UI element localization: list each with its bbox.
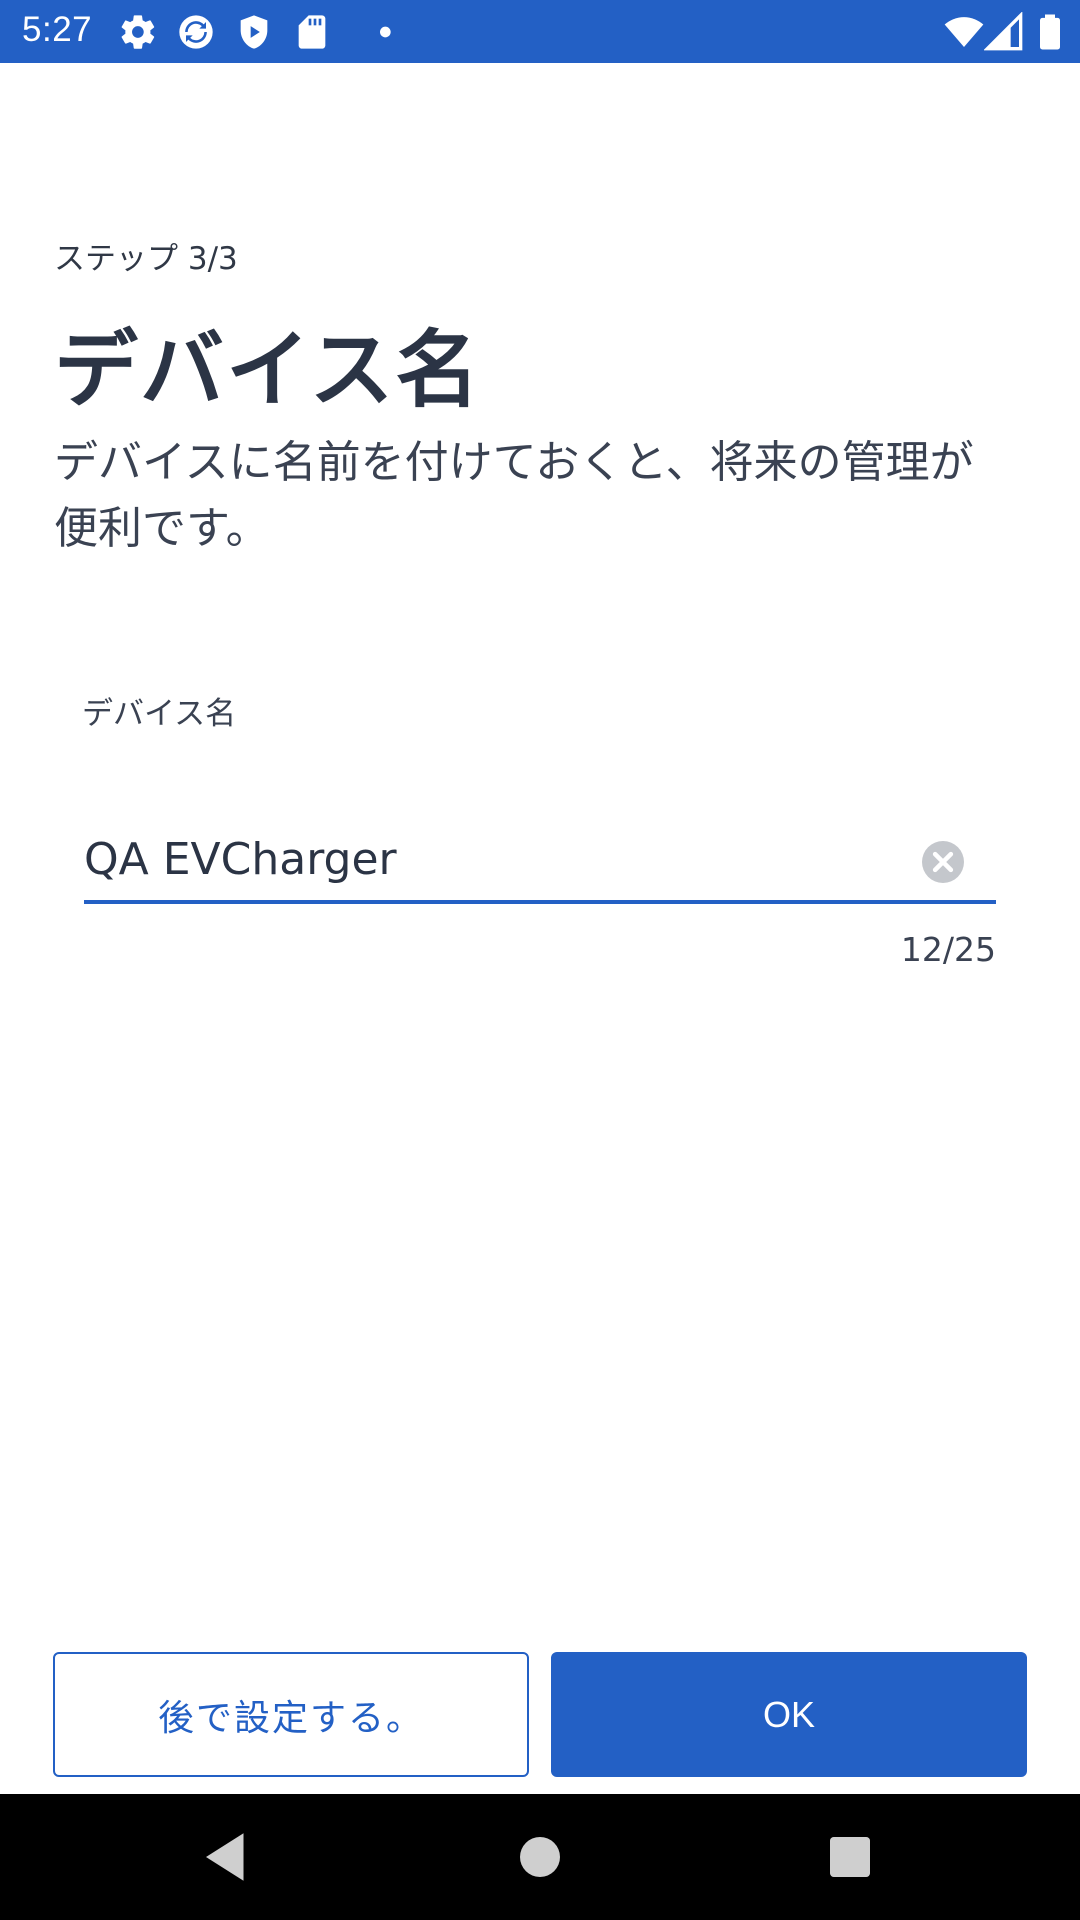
page-title: デバイス名	[54, 321, 482, 419]
sd-card-icon	[298, 15, 326, 49]
wifi-icon	[944, 17, 984, 47]
back-triangle-icon[interactable]	[196, 1827, 256, 1887]
shield-play-icon	[240, 15, 268, 49]
battery-icon	[1040, 14, 1060, 50]
character-counter: 12/25	[900, 930, 996, 969]
ok-button[interactable]: OK	[551, 1652, 1027, 1777]
cellular-signal-icon	[984, 12, 1023, 51]
device-name-underline	[84, 900, 996, 904]
navigation-bar	[0, 1794, 1080, 1920]
sync-icon	[179, 15, 213, 49]
set-later-button[interactable]: 後で設定する。	[53, 1652, 529, 1777]
home-circle-icon[interactable]	[510, 1827, 570, 1887]
clear-circle-icon[interactable]	[922, 841, 964, 883]
dot-icon	[380, 26, 391, 38]
main-content: ステップ 3/3 デバイス名 デバイスに名前を付けておくと、将来の管理が便利です…	[0, 63, 1080, 1794]
gear-icon	[121, 15, 155, 49]
device-name-label: デバイス名	[82, 696, 237, 732]
page-description: デバイスに名前を付けておくと、将来の管理が便利です。	[54, 437, 974, 554]
status-time: 5:27	[22, 10, 93, 49]
recents-square-icon[interactable]	[820, 1827, 880, 1887]
status-bar: 5:27	[0, 0, 1080, 63]
step-indicator: ステップ 3/3	[54, 241, 238, 277]
device-name-input[interactable]	[84, 823, 904, 895]
